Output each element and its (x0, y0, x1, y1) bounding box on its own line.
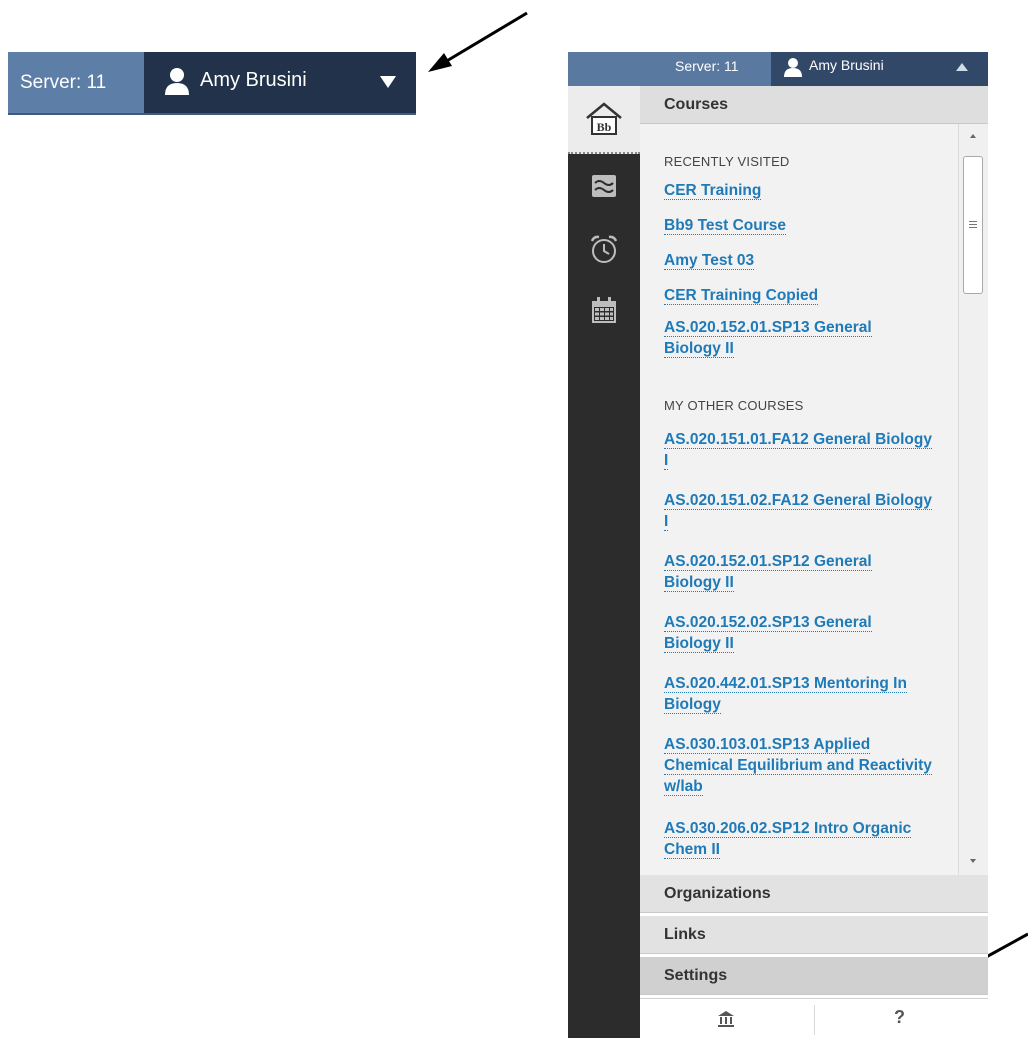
caret-up-icon[interactable] (956, 63, 968, 71)
course-link[interactable]: Bb9 Test Course (664, 215, 932, 236)
rail-home-tab[interactable]: Bb (568, 86, 640, 154)
courses-section-header[interactable]: Courses (640, 86, 988, 124)
courses-scrollbar[interactable] (958, 124, 988, 875)
user-icon (784, 57, 802, 82)
calendar-icon[interactable] (583, 290, 625, 332)
my-blackboard-panel: Server: 11 Amy Brusini Bb Courses RECENT… (568, 52, 988, 1038)
panel-footer: ? (640, 998, 988, 1038)
institution-icon[interactable] (716, 1009, 736, 1034)
my-other-courses-label: MY OTHER COURSES (664, 398, 804, 413)
course-link[interactable]: CER Training (664, 180, 932, 201)
course-link[interactable]: AS.030.103.01.SP13 Applied Chemical Equi… (664, 734, 932, 797)
alarm-clock-icon[interactable] (583, 228, 625, 270)
icon-rail: Bb (568, 86, 640, 1038)
course-link[interactable]: Amy Test 03 (664, 250, 932, 271)
user-name: Amy Brusini (809, 57, 884, 73)
scroll-up-arrow-icon[interactable] (970, 134, 976, 138)
panel-header-bar: Server: 11 Amy Brusini (568, 52, 988, 86)
svg-text:Bb: Bb (597, 120, 612, 134)
help-button[interactable]: ? (894, 1007, 905, 1028)
updates-icon[interactable] (583, 166, 625, 208)
course-link[interactable]: AS.020.151.01.FA12 General Biology I (664, 429, 932, 471)
course-link[interactable]: AS.020.442.01.SP13 Mentoring In Biology (664, 673, 932, 715)
links-section-header[interactable]: Links (640, 916, 988, 954)
footer-divider (814, 1005, 815, 1035)
settings-section-header[interactable]: Settings (640, 957, 988, 995)
panel-content: Courses RECENTLY VISITED CER Training Bb… (640, 86, 988, 1038)
server-label: Server: 11 (675, 58, 739, 74)
user-menu-button[interactable]: Amy Brusini (771, 52, 988, 86)
course-link[interactable]: AS.020.151.02.FA12 General Biology I (664, 490, 932, 532)
scroll-thumb[interactable] (963, 156, 983, 294)
scroll-down-arrow-icon[interactable] (970, 859, 976, 863)
course-link[interactable]: AS.020.152.01.SP12 General Biology II (664, 551, 932, 593)
course-link[interactable]: AS.030.206.02.SP12 Intro Organic Chem II (664, 818, 932, 860)
grip-icon (969, 221, 977, 222)
course-link[interactable]: AS.020.152.02.SP13 General Biology II (664, 612, 932, 654)
course-link[interactable]: AS.020.152.01.SP13 General Biology II (664, 317, 932, 359)
blackboard-home-icon: Bb (583, 98, 625, 140)
course-link[interactable]: CER Training Copied (664, 285, 932, 306)
organizations-section-header[interactable]: Organizations (640, 875, 988, 913)
courses-list: RECENTLY VISITED CER Training Bb9 Test C… (640, 124, 988, 875)
recently-visited-label: RECENTLY VISITED (664, 154, 790, 169)
